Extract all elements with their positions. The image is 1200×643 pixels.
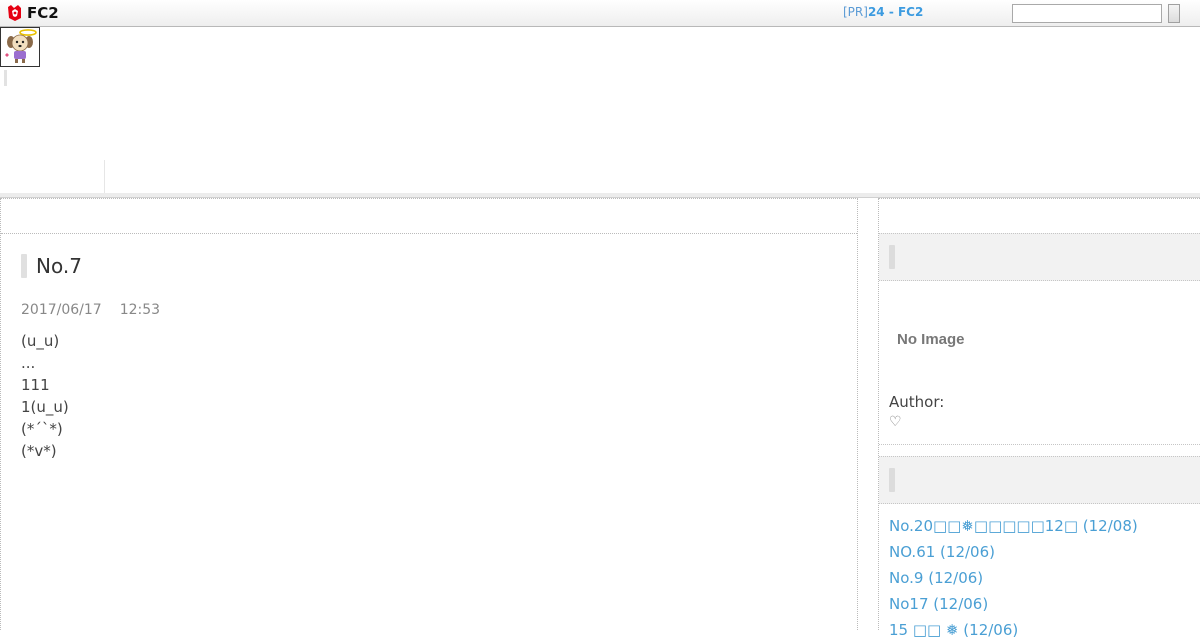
fc2-fox-logo-icon (8, 5, 21, 21)
title-marker (21, 254, 27, 278)
body-line: 1(u_u) (21, 398, 69, 416)
entry-date: 2017/06/17 (21, 302, 102, 318)
recent-entry-link[interactable]: 15 □□ ❅ (12/06) (889, 617, 1138, 643)
recent-entry-link[interactable]: NO.61 (12/06) (889, 539, 1138, 565)
header-title-marker (4, 70, 7, 86)
fc2-logo-text: FC2 (27, 4, 59, 22)
fc2-logo[interactable]: FC2 (6, 4, 59, 22)
search-button[interactable] (1168, 4, 1180, 23)
sidebar-separator (879, 444, 1200, 445)
angel-dog-avatar (5, 29, 37, 63)
author-name: ♡ (889, 414, 902, 430)
fc2-header-bar: FC2 [PR]24 - FC2 (0, 0, 1200, 27)
sidebar-header-marker (889, 245, 895, 269)
sidebar-recent-header (879, 456, 1200, 504)
entry-time: 12:53 (119, 302, 161, 318)
sidebar-profile-header (879, 233, 1200, 281)
pr-text[interactable]: 24 - FC2 (868, 5, 923, 19)
pr-link[interactable]: [PR]24 - FC2 (843, 5, 923, 19)
nav-divider (104, 160, 105, 194)
body-line: 111 (21, 376, 50, 394)
entry-meta: 2017/06/17 12:53 (21, 302, 160, 318)
recent-entries-list: No.20□□❅□□□□□12□ (12/08) NO.61 (12/06) N… (889, 513, 1138, 643)
avatar[interactable] (0, 27, 40, 67)
pr-tag: [PR] (843, 5, 868, 19)
body-line: (*´`*) (21, 420, 63, 438)
author-label: Author: (889, 393, 945, 411)
recent-entry-link[interactable]: No17 (12/06) (889, 591, 1138, 617)
body-line: ... (21, 354, 36, 372)
sidebar-header-marker (889, 468, 895, 492)
recent-entry-link[interactable]: No.9 (12/06) (889, 565, 1138, 591)
search-input[interactable] (1012, 4, 1162, 23)
recent-entry-link[interactable]: No.20□□❅□□□□□12□ (12/08) (889, 513, 1138, 539)
entry-title[interactable]: No.7 (36, 254, 82, 278)
body-line: (*v*) (21, 442, 57, 460)
body-line: (u_u) (21, 332, 60, 350)
main-column-top-strip (1, 199, 857, 234)
profile-no-image: No Image (897, 331, 965, 348)
entry-title-wrap: No.7 (21, 254, 82, 278)
entry-body: (u_u) ... 111 1(u_u) (*´`*) (*v*) (21, 330, 841, 462)
